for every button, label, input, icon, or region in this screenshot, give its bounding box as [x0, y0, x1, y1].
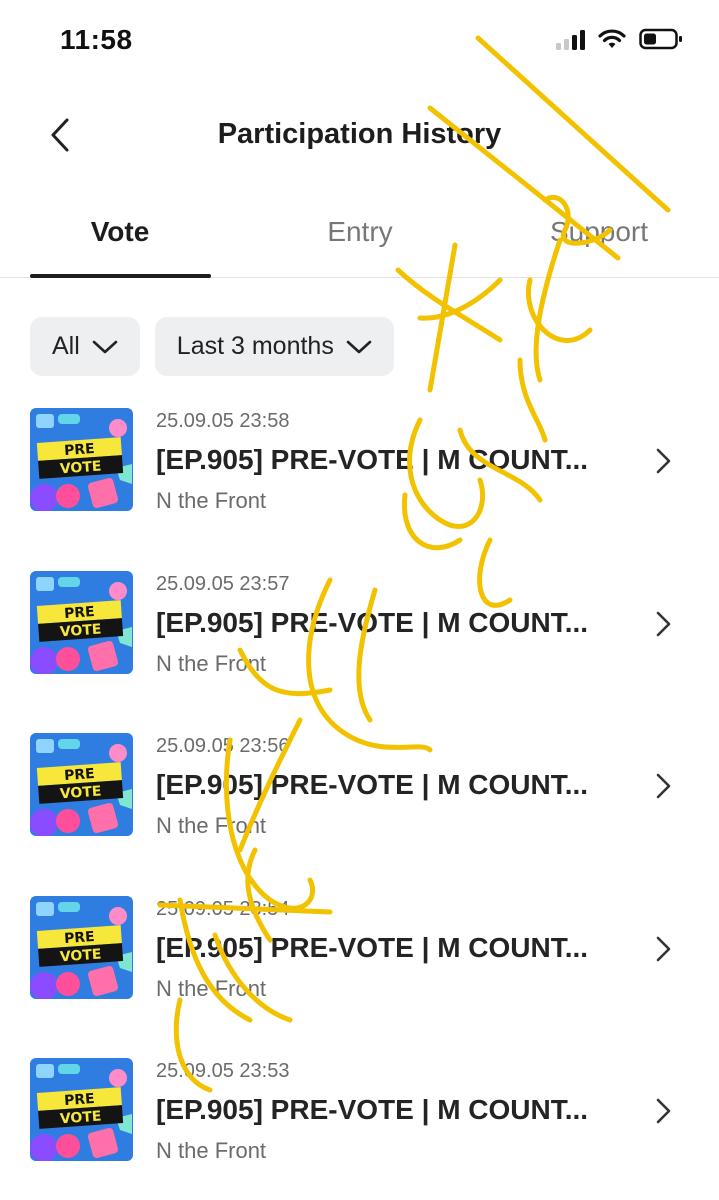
item-title: [EP.905] PRE-VOTE | M COUNT...	[156, 606, 589, 638]
chevron-down-icon	[92, 340, 118, 353]
battery-icon	[639, 28, 682, 50]
status-bar: 11:58	[0, 0, 719, 80]
list-item[interactable]: PRE VOTE 25.09.05 23:58 [EP.905] PRE-VOT…	[0, 400, 719, 563]
active-tab-indicator	[30, 274, 211, 278]
period-filter-dropdown[interactable]: Last 3 months	[154, 317, 394, 376]
thumb-text-pre: PRE	[64, 928, 96, 946]
item-date: 25.09.05 23:57	[156, 572, 290, 595]
list-item[interactable]: PRE VOTE 25.09.05 23:53 [EP.905] PRE-VOT…	[0, 1050, 719, 1200]
thumb-text-pre: PRE	[64, 766, 96, 784]
chevron-right-icon	[656, 448, 671, 474]
header: Participation History	[0, 100, 719, 170]
item-subtitle: N the Front	[156, 488, 267, 513]
chevron-down-icon	[346, 340, 372, 353]
type-filter-dropdown[interactable]: All	[30, 317, 140, 376]
pre-vote-thumbnail: PRE VOTE	[30, 895, 133, 999]
pre-vote-thumbnail: PRE VOTE	[30, 570, 133, 674]
list-item[interactable]: PRE VOTE 25.09.05 23:54 [EP.905] PRE-VOT…	[0, 888, 719, 1051]
signal-icon	[556, 28, 585, 50]
item-title: [EP.905] PRE-VOTE | M COUNT...	[156, 1094, 589, 1125]
item-title: [EP.905] PRE-VOTE | M COUNT...	[156, 444, 589, 475]
item-title: [EP.905] PRE-VOTE | M COUNT...	[156, 769, 589, 800]
item-title: [EP.905] PRE-VOTE | M COUNT...	[156, 931, 589, 963]
item-date: 25.09.05 23:56	[156, 735, 290, 757]
thumb-text-vote: VOTE	[59, 784, 102, 803]
pre-vote-thumbnail: PRE VOTE	[30, 733, 133, 836]
vote-history-list: PRE VOTE 25.09.05 23:58 [EP.905] PRE-VOT…	[0, 400, 719, 1200]
chevron-right-icon	[656, 611, 671, 636]
page-title: Participation History	[217, 118, 502, 150]
pre-vote-thumbnail: PRE VOTE	[30, 408, 133, 511]
chevron-right-icon	[656, 936, 671, 961]
pre-vote-thumbnail: PRE VOTE	[30, 1058, 133, 1161]
type-filter-label: All	[52, 332, 80, 360]
item-date: 25.09.05 23:53	[156, 1060, 290, 1082]
status-time: 11:58	[60, 24, 133, 55]
status-icons	[556, 28, 683, 50]
item-subtitle: N the Front	[156, 1138, 267, 1163]
period-filter-label: Last 3 months	[176, 332, 334, 360]
item-subtitle: N the Front	[156, 813, 267, 838]
thumb-text-pre: PRE	[64, 1091, 96, 1109]
wifi-icon	[598, 29, 626, 48]
thumb-text-pre: PRE	[64, 603, 96, 621]
tab-vote[interactable]: Vote	[30, 216, 210, 248]
chevron-right-icon	[656, 773, 671, 799]
filter-bar: All Last 3 months	[30, 317, 394, 376]
thumb-text-vote: VOTE	[59, 621, 102, 640]
tab-bar: Vote Entry Support	[0, 200, 719, 278]
tab-support[interactable]: Support	[509, 216, 689, 248]
item-subtitle: N the Front	[156, 650, 267, 676]
thumb-text-vote: VOTE	[59, 946, 102, 965]
item-date: 25.09.05 23:58	[156, 410, 290, 432]
list-item[interactable]: PRE VOTE 25.09.05 23:56 [EP.905] PRE-VOT…	[0, 725, 719, 888]
list-item[interactable]: PRE VOTE 25.09.05 23:57 [EP.905] PRE-VOT…	[0, 563, 719, 726]
item-date: 25.09.05 23:54	[156, 897, 290, 920]
thumb-text-pre: PRE	[64, 441, 96, 459]
chevron-right-icon	[656, 1098, 671, 1124]
item-subtitle: N the Front	[156, 975, 267, 1001]
tab-entry[interactable]: Entry	[270, 216, 450, 248]
thumb-text-vote: VOTE	[59, 1109, 102, 1128]
thumb-text-vote: VOTE	[59, 459, 102, 478]
